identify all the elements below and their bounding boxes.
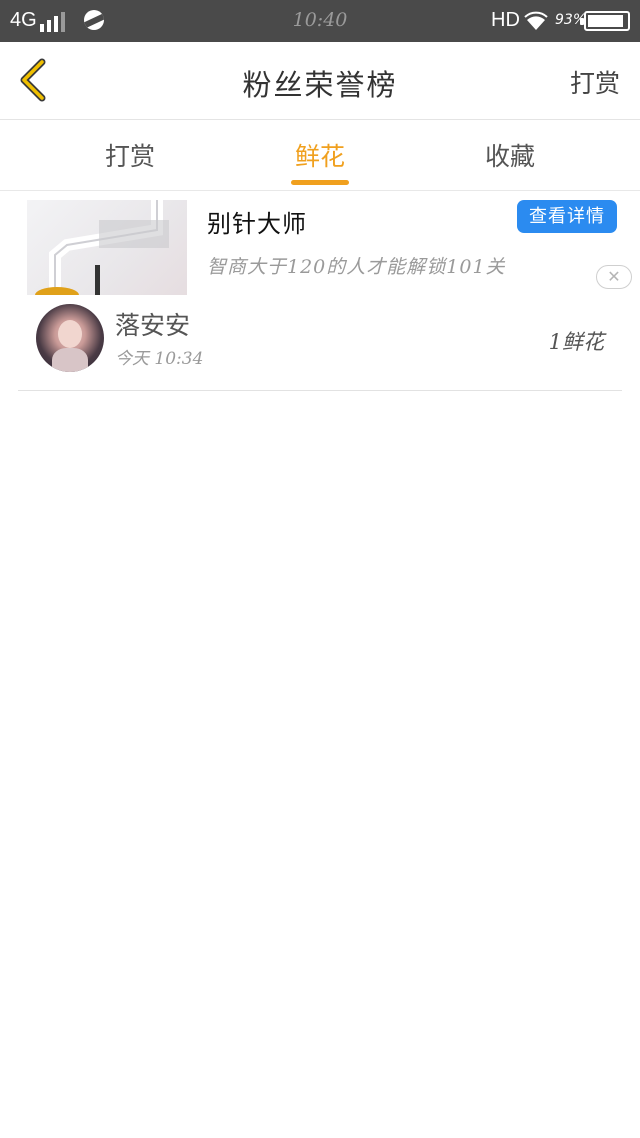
- status-bar: 4G 10:40 HD 93%: [0, 0, 640, 42]
- list-item[interactable]: 落安安 今天 10:34 1鲜花: [18, 296, 622, 391]
- ad-banner[interactable]: 别针大师 智商大于120的人才能解锁101关 查看详情 ✕: [0, 192, 640, 296]
- tab-favorites[interactable]: 收藏: [450, 137, 570, 173]
- tab-reward[interactable]: 打赏: [70, 137, 190, 173]
- ad-title: 别针大师: [207, 210, 307, 238]
- nav-bar: 粉丝荣誉榜 打赏: [0, 42, 640, 120]
- ad-description: 智商大于120的人才能解锁101关: [207, 256, 506, 278]
- battery-fill: [588, 15, 624, 27]
- reward-button[interactable]: 打赏: [570, 64, 620, 100]
- user-name: 落安安: [115, 311, 191, 340]
- avatar[interactable]: [36, 304, 104, 372]
- hd-label: HD: [491, 9, 520, 31]
- item-time: 今天 10:34: [115, 349, 204, 369]
- tab-bar: 打赏 鲜花 收藏: [0, 121, 640, 191]
- view-details-button[interactable]: 查看详情: [517, 200, 617, 233]
- wifi-icon: [524, 11, 548, 30]
- tab-flowers[interactable]: 鲜花: [260, 137, 380, 173]
- close-icon[interactable]: ✕: [596, 265, 632, 289]
- ad-image[interactable]: [27, 200, 187, 295]
- gift-count: 1鲜花: [548, 330, 604, 354]
- active-tab-indicator: [291, 180, 349, 185]
- page-title: 粉丝荣誉榜: [242, 68, 398, 102]
- ad-game-illustration: [35, 200, 169, 295]
- battery-icon: [580, 11, 630, 31]
